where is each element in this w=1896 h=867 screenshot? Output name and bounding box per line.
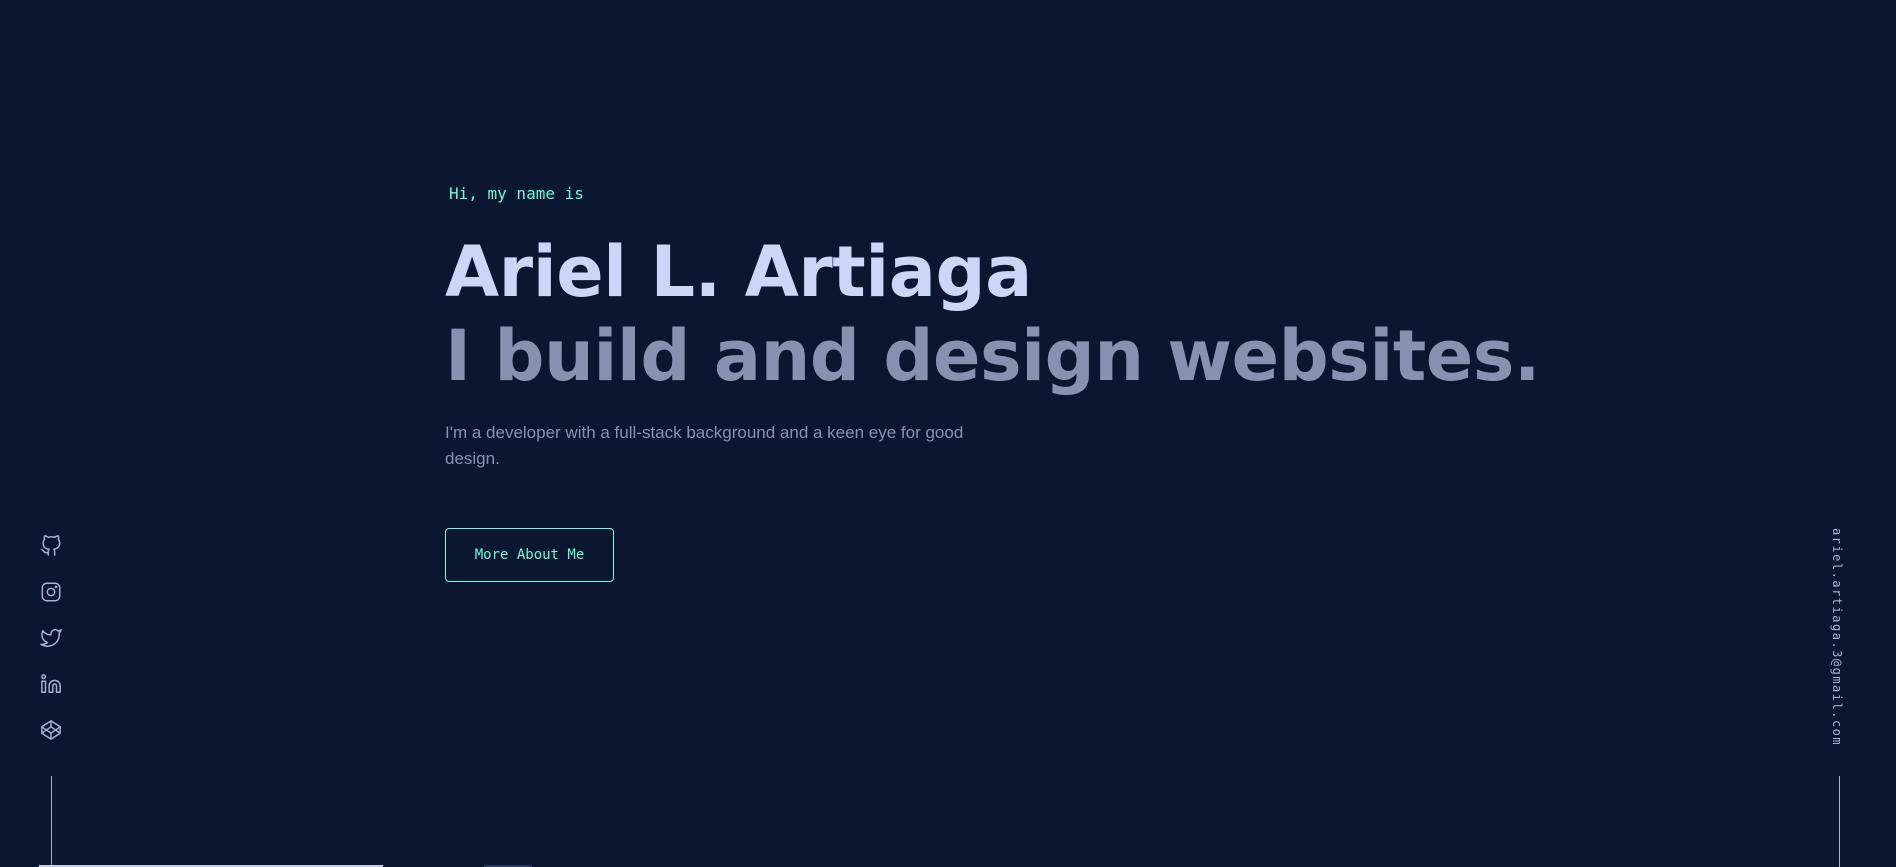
greeting-text: Hi, my name is: [449, 184, 584, 203]
twitter-icon: [40, 629, 62, 647]
left-divider-line: [51, 776, 52, 867]
more-about-me-button[interactable]: More About Me: [445, 528, 614, 582]
linkedin-link[interactable]: [40, 673, 62, 695]
linkedin-icon: [41, 674, 61, 693]
github-link[interactable]: [40, 535, 62, 557]
hero-content: Hi, my name is Ariel L. Artiaga I build …: [445, 180, 1541, 582]
hero-description: I'm a developer with a full-stack backgr…: [445, 423, 964, 468]
twitter-link[interactable]: [40, 627, 62, 649]
social-links: [40, 535, 62, 765]
hero-tagline: I build and design websites.: [445, 315, 1541, 397]
codepen-link[interactable]: [40, 719, 62, 741]
github-icon: [41, 535, 61, 556]
hero-name: Ariel L. Artiaga: [445, 231, 1032, 313]
instagram-icon: [41, 582, 61, 602]
email-link[interactable]: ariel.artiaga.3@gmail.com: [1824, 528, 1844, 748]
right-divider-line: [1839, 776, 1840, 867]
codepen-icon: [41, 720, 61, 740]
instagram-link[interactable]: [40, 581, 62, 603]
